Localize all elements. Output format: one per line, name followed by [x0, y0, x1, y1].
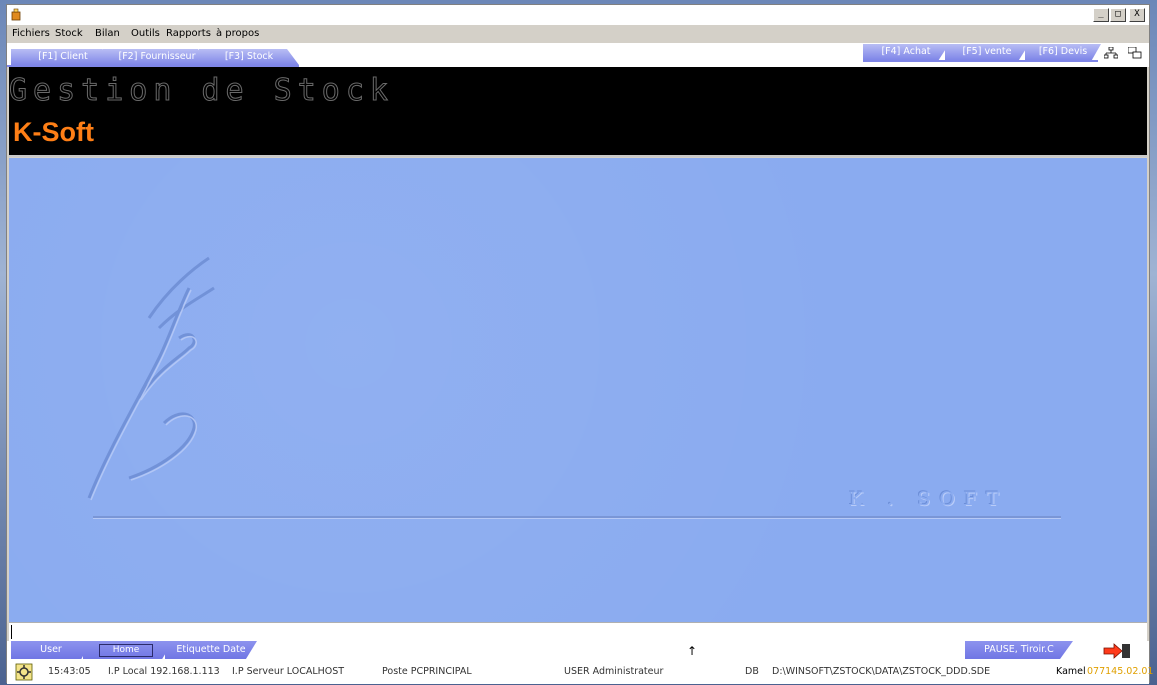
- menu-bilan[interactable]: Bilan: [95, 28, 120, 39]
- info-status-bar: 15:43:05 I.P Local 192.168.1.113 I.P Ser…: [7, 661, 1153, 684]
- tab-home[interactable]: Home: [99, 644, 153, 657]
- operator-name: Kamel: [1056, 666, 1086, 677]
- app-icon: [11, 8, 21, 21]
- tab-underline-right: [863, 60, 1098, 62]
- command-line[interactable]: [9, 622, 1147, 642]
- clock-time: 15:43:05: [48, 666, 91, 677]
- text-caret: [11, 625, 12, 639]
- mouse-cursor-icon: ↑: [687, 644, 698, 658]
- workspace-canvas: K . SOFT: [9, 158, 1147, 622]
- bottom-tab-bar: User Home Etiquette Date ↑ PAUSE, Tiroir…: [7, 641, 1149, 661]
- close-button[interactable]: X: [1129, 8, 1145, 22]
- menu-bar: Fichiers Stock Bilan Outils Rapports à p…: [7, 25, 1149, 43]
- tab-achat[interactable]: [F4] Achat: [863, 44, 949, 60]
- title-bar: _ □ X: [7, 5, 1149, 25]
- top-tab-bar: [F1] Client [F2] Fournisseur [F3] Stock …: [7, 43, 1149, 67]
- tab-pause-tiroir[interactable]: PAUSE, Tiroir.C: [965, 641, 1073, 659]
- watermark-line: [93, 516, 1061, 518]
- script-logo-watermark: [87, 256, 215, 501]
- maximize-button[interactable]: □: [1110, 8, 1126, 22]
- exit-icon[interactable]: [1102, 643, 1132, 659]
- poste: Poste PCPRINCIPAL: [382, 666, 472, 677]
- tab-client[interactable]: [F1] Client: [11, 49, 115, 65]
- window-controls: _ □ X: [1093, 8, 1145, 22]
- tab-vente[interactable]: [F5] vente: [945, 44, 1029, 60]
- led-title: Gestion de Stock: [9, 73, 394, 109]
- tab-devis[interactable]: [F6] Devis: [1025, 44, 1101, 60]
- tab-user[interactable]: User: [11, 641, 91, 659]
- serial-number: 077145.02.01: [1087, 666, 1154, 677]
- app-window: _ □ X Fichiers Stock Bilan Outils Rappor…: [6, 4, 1153, 684]
- menu-stock[interactable]: Stock: [55, 28, 83, 39]
- menu-a-propos[interactable]: à propos: [216, 28, 259, 39]
- ip-server: I.P Serveur LOCALHOST: [232, 666, 345, 677]
- brand-logo-text: K-Soft: [13, 117, 94, 147]
- tab-fournisseur[interactable]: [F2] Fournisseur: [103, 49, 211, 65]
- ip-local: I.P Local 192.168.1.113: [108, 666, 220, 677]
- minimize-button[interactable]: _: [1093, 8, 1109, 22]
- watermark-ksoft: K . SOFT: [849, 488, 1008, 510]
- tab-home-wrap[interactable]: Home: [83, 641, 173, 659]
- tab-stock[interactable]: [F3] Stock: [199, 49, 299, 65]
- network-icon[interactable]: [1104, 47, 1118, 59]
- windows-icon[interactable]: [1128, 47, 1142, 59]
- user-info: USER Administrateur: [564, 666, 664, 677]
- menu-outils[interactable]: Outils: [131, 28, 160, 39]
- header-separator: [9, 155, 1147, 157]
- menu-rapports[interactable]: Rapports: [166, 28, 211, 39]
- menu-fichiers[interactable]: Fichiers: [12, 28, 50, 39]
- tab-etiquette-date[interactable]: Etiquette Date: [165, 641, 257, 659]
- db-path: D:\WINSOFT\ZSTOCK\DATA\ZSTOCK_DDD.SDE: [772, 666, 991, 677]
- app-header: Gestion de Stock K-Soft: [9, 67, 1147, 157]
- db-label: DB: [745, 666, 759, 677]
- gear-icon[interactable]: [15, 663, 33, 681]
